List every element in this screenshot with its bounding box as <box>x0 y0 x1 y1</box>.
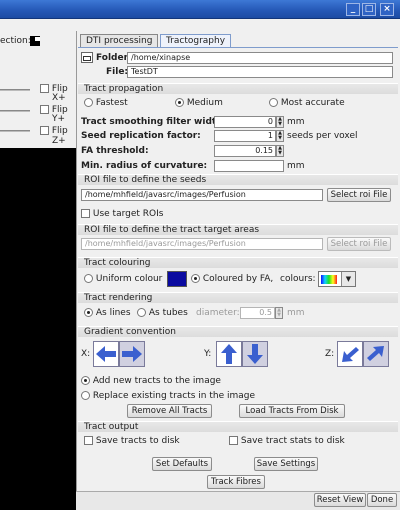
minimize-button[interactable]: _ <box>346 3 360 16</box>
reset-view-button[interactable]: Reset View <box>314 493 366 507</box>
z-axis-label: Z+ <box>52 136 66 146</box>
arrow-down-left-icon <box>342 347 359 362</box>
seed-rep-unit: seeds per voxel <box>287 131 358 141</box>
y-up-arrow-button[interactable] <box>216 341 242 367</box>
arrow-down-icon <box>247 344 263 364</box>
z-out-arrow-button[interactable] <box>363 341 389 367</box>
projection-label: ection: <box>0 36 31 46</box>
z-slider[interactable] <box>0 130 30 132</box>
save-tracts-checkbox[interactable]: Save tracts to disk <box>84 436 180 447</box>
diameter-unit: mm <box>287 308 305 318</box>
tab-dti-processing[interactable]: DTI processing <box>80 34 159 48</box>
save-settings-button[interactable]: Save Settings <box>254 457 318 471</box>
fa-field[interactable]: 0.15 <box>214 145 276 157</box>
select-roi-seed-button[interactable]: Select roi File <box>327 188 391 202</box>
diameter-field[interactable]: 0.5 <box>240 307 275 319</box>
z-in-arrow-button[interactable] <box>337 341 363 367</box>
flip-y-checkbox[interactable]: Flip <box>40 105 68 115</box>
set-defaults-button[interactable]: Set Defaults <box>152 457 212 471</box>
flip-x-checkbox[interactable]: Flip <box>40 84 68 94</box>
smoothing-spinner[interactable]: ▲ ▼ <box>276 116 284 128</box>
section-output: Tract output <box>78 421 398 432</box>
section-gradient: Gradient convention <box>78 326 398 337</box>
section-rendering: Tract rendering <box>78 292 398 303</box>
file-label: File: <box>106 67 129 77</box>
as-tubes-radio[interactable]: As tubes <box>137 308 188 319</box>
fa-spinner[interactable]: ▲ ▼ <box>276 145 284 157</box>
file-field[interactable]: TestDT <box>127 66 393 78</box>
image-view[interactable] <box>0 148 78 510</box>
section-propagation: Tract propagation <box>78 83 398 94</box>
folder-icon[interactable] <box>81 52 93 63</box>
uniform-colour-radio[interactable]: Uniform colour <box>84 274 162 285</box>
tab-tractography[interactable]: Tractography <box>160 34 232 48</box>
seed-rep-field[interactable]: 1 <box>214 130 276 142</box>
roi-seed-path[interactable]: /home/mhfield/javasrc/images/Perfusion <box>81 189 323 201</box>
coloured-by-fa-radio[interactable]: Coloured by FA, <box>191 274 273 285</box>
z-gradient-label: Z: <box>325 349 335 359</box>
arrow-up-icon <box>221 344 237 364</box>
fa-label: FA threshold: <box>81 146 149 156</box>
use-target-rois-checkbox[interactable]: Use target ROIs <box>81 209 163 220</box>
done-button[interactable]: Done <box>367 493 397 507</box>
replace-tracts-radio[interactable]: Replace existing tracts in the image <box>81 391 255 402</box>
arrow-up-right-icon <box>367 346 384 361</box>
curvature-field[interactable] <box>214 160 284 172</box>
uniform-colour-swatch[interactable] <box>167 271 187 287</box>
seed-rep-label: Seed replication factor: <box>81 131 201 141</box>
diameter-label: diameter: <box>196 308 240 318</box>
propagation-medium[interactable]: Medium <box>175 98 223 109</box>
curvature-label: Min. radius of curvature: <box>81 161 208 171</box>
add-tracts-radio[interactable]: Add new tracts to the image <box>81 376 221 387</box>
section-colouring: Tract colouring <box>78 257 398 268</box>
track-fibres-button[interactable]: Track Fibres <box>207 475 265 489</box>
section-roi-targets: ROI file to define the tract target area… <box>78 224 398 235</box>
curvature-unit: mm <box>287 161 305 171</box>
x-axis-label: X+ <box>52 93 66 103</box>
save-tract-stats-checkbox[interactable]: Save tract stats to disk <box>229 436 345 447</box>
colourmap-icon <box>321 275 337 284</box>
section-roi-seeds: ROI file to define the seeds <box>78 174 398 185</box>
flip-z-checkbox[interactable]: Flip <box>40 126 68 136</box>
load-tracts-button[interactable]: Load Tracts From Disk <box>239 404 345 418</box>
y-down-arrow-button[interactable] <box>242 341 268 367</box>
smoothing-label: Tract smoothing filter width: <box>81 117 227 127</box>
x-slider[interactable] <box>0 89 30 91</box>
chevron-down-icon: ▼ <box>341 272 355 286</box>
roi-target-path[interactable]: /home/mhfield/javasrc/images/Perfusion <box>81 238 323 250</box>
y-axis-label: Y+ <box>52 114 66 124</box>
projection-icon[interactable] <box>30 36 40 46</box>
y-slider[interactable] <box>0 110 30 112</box>
propagation-most-accurate[interactable]: Most accurate <box>269 98 345 109</box>
close-button[interactable]: × <box>380 3 394 16</box>
select-roi-target-button[interactable]: Select roi File <box>327 237 391 251</box>
smoothing-unit: mm <box>287 117 305 127</box>
y-gradient-label: Y: <box>204 349 212 359</box>
window-title-bar: _ □ × <box>0 0 400 19</box>
arrow-left-icon <box>96 346 116 362</box>
x-gradient-label: X: <box>81 349 91 359</box>
arrow-right-icon <box>122 346 142 362</box>
maximize-button[interactable]: □ <box>362 3 376 16</box>
propagation-fastest[interactable]: Fastest <box>84 98 128 109</box>
seed-rep-spinner[interactable]: ▲ ▼ <box>276 130 284 142</box>
folder-field[interactable]: /home/xinapse <box>127 52 393 64</box>
colours-label: colours: <box>280 274 316 284</box>
x-right-arrow-button[interactable] <box>119 341 145 367</box>
diameter-spinner[interactable]: ▲ ▼ <box>275 307 283 319</box>
remove-all-tracts-button[interactable]: Remove All Tracts <box>127 404 212 418</box>
colourmap-select[interactable]: ▼ <box>318 271 356 287</box>
x-left-arrow-button[interactable] <box>93 341 119 367</box>
smoothing-field[interactable]: 0 <box>214 116 276 128</box>
as-lines-radio[interactable]: As lines <box>84 308 131 319</box>
